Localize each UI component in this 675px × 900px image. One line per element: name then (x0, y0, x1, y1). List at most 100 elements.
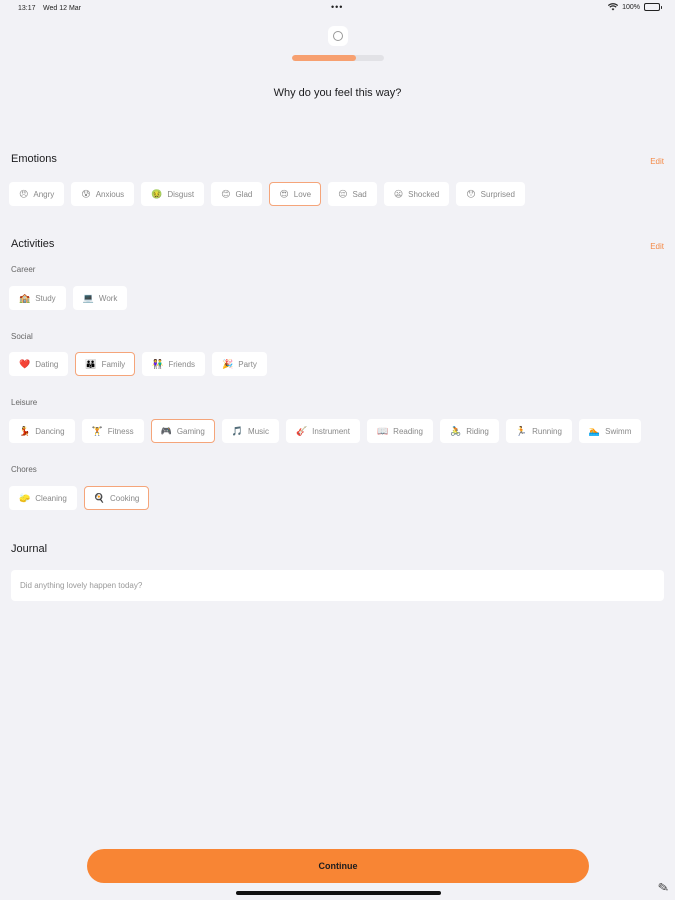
love-emoji-icon: 😍 (279, 188, 289, 199)
chip-label: Disgust (167, 189, 195, 199)
chip-label: Glad (235, 189, 253, 199)
status-time: 13:17 (18, 5, 36, 12)
anxious-emoji-icon: 😰 (81, 188, 91, 199)
work-emoji-icon: 💻 (82, 292, 94, 303)
chip-surprised[interactable]: 😯 Surprised (456, 182, 525, 206)
status-date: Wed 12 Mar (43, 5, 81, 12)
multitasking-dots-icon[interactable]: ••• (331, 2, 343, 12)
party-emoji-icon: 🎉 (222, 358, 234, 369)
surprised-emoji-icon: 😯 (466, 188, 476, 199)
chip-dating[interactable]: ❤️ Dating (9, 352, 69, 376)
chip-label: Sad (352, 189, 367, 199)
instrument-emoji-icon: 🎸 (295, 425, 308, 436)
group-title-career: Career (11, 265, 36, 274)
gaming-emoji-icon: 🎮 (160, 425, 172, 436)
glad-emoji-icon: 😊 (221, 188, 231, 199)
chip-label: Work (98, 293, 118, 303)
chip-study[interactable]: 🏫 Study (9, 286, 66, 310)
chip-instrument[interactable]: 🎸 Instrument (285, 419, 360, 443)
study-emoji-icon: 🏫 (19, 292, 31, 303)
angry-emoji-icon: 😠 (19, 188, 29, 199)
emotions-title: Emotions (11, 153, 57, 165)
chip-sad[interactable]: 😔 Sad (328, 182, 377, 206)
chip-label: Fitness (107, 426, 134, 436)
group-title-social: Social (11, 332, 33, 341)
chip-swimm[interactable]: 🏊 Swimm (578, 419, 642, 443)
journal-input[interactable] (11, 570, 664, 601)
chip-gaming[interactable]: 🎮 Gaming (150, 419, 215, 443)
battery-icon (644, 3, 662, 11)
cooking-emoji-icon: 🍳 (93, 492, 106, 503)
chip-label: Party (238, 359, 257, 369)
chip-dancing[interactable]: 💃 Dancing (9, 419, 75, 443)
chip-label: Surprised (480, 189, 515, 199)
fitness-emoji-icon: 🏋 (91, 425, 103, 436)
chip-reading[interactable]: 📖 Reading (366, 419, 433, 443)
career-chip-row: 🏫 Study 💻 Work (9, 286, 128, 310)
chip-love[interactable]: 😍 Love (269, 182, 322, 206)
chip-label: Study (35, 293, 56, 303)
group-title-leisure: Leisure (11, 398, 38, 407)
riding-emoji-icon: 🚴 (449, 425, 462, 436)
chip-music[interactable]: 🎵 Music (221, 419, 279, 443)
reading-emoji-icon: 📖 (376, 425, 389, 436)
mood-face-icon (328, 26, 348, 46)
chip-riding[interactable]: 🚴 Riding (439, 419, 499, 443)
progress-bar (292, 55, 384, 61)
chip-label: Reading (393, 426, 423, 436)
friends-emoji-icon: 👫 (152, 358, 164, 369)
emotions-edit-button[interactable]: Edit (650, 157, 664, 166)
chip-label: Instrument (312, 426, 350, 436)
chip-label: Running (532, 426, 562, 436)
family-emoji-icon: 👪 (85, 358, 97, 369)
emotions-chip-row: 😠 Angry 😰 Anxious 🤢 Disgust 😊 Glad 😍 Love 😔 Sad 😦 Sho… (9, 182, 525, 206)
disgust-emoji-icon: 🤢 (151, 188, 163, 199)
chip-cleaning[interactable]: 🧽 Cleaning (9, 486, 77, 510)
activities-edit-button[interactable]: Edit (650, 242, 664, 251)
chip-angry[interactable]: 😠 Angry (9, 182, 65, 206)
chip-label: Music (248, 426, 269, 436)
running-emoji-icon: 🏃 (515, 425, 528, 436)
activities-title: Activities (11, 238, 55, 250)
chip-label: Angry (33, 189, 55, 199)
progress-fill (292, 55, 357, 61)
group-title-chores: Chores (11, 465, 37, 474)
chip-cooking[interactable]: 🍳 Cooking (83, 486, 150, 510)
chip-label: Dating (35, 359, 59, 369)
chip-running[interactable]: 🏃 Running (505, 419, 572, 443)
chip-label: Cooking (110, 493, 140, 503)
chip-glad[interactable]: 😊 Glad (211, 182, 263, 206)
dating-emoji-icon: ❤️ (19, 358, 31, 369)
continue-button[interactable]: Continue (87, 849, 589, 883)
shocked-emoji-icon: 😦 (393, 188, 404, 199)
chip-label: Anxious (95, 189, 125, 199)
swimm-emoji-icon: 🏊 (588, 425, 601, 436)
pencil-icon[interactable]: ✎ (657, 879, 671, 897)
status-bar: 13:17 Wed 12 Mar ••• 100% (0, 0, 675, 18)
chip-label: Swimm (605, 426, 632, 436)
chip-label: Gaming (176, 426, 205, 436)
chip-work[interactable]: 💻 Work (72, 286, 128, 310)
chip-family[interactable]: 👪 Family (75, 352, 136, 376)
page-question: Why do you feel this way? (273, 87, 402, 99)
chip-label: Family (101, 359, 126, 369)
social-chip-row: ❤️ Dating 👪 Family 👫 Friends 🎉 Party (9, 352, 267, 376)
journal-title: Journal (11, 543, 48, 555)
chip-label: Shocked (408, 189, 440, 199)
chip-party[interactable]: 🎉 Party (212, 352, 267, 376)
chip-fitness[interactable]: 🏋 Fitness (81, 419, 144, 443)
leisure-chip-row: 💃 Dancing 🏋 Fitness 🎮 Gaming 🎵 Music 🎸 Instrument… (9, 419, 642, 443)
chip-friends[interactable]: 👫 Friends (142, 352, 206, 376)
chip-disgust[interactable]: 🤢 Disgust (141, 182, 205, 206)
chip-label: Dancing (35, 426, 65, 436)
cleaning-emoji-icon: 🧽 (19, 492, 31, 503)
chip-shocked[interactable]: 😦 Shocked (383, 182, 450, 206)
music-emoji-icon: 🎵 (231, 425, 244, 436)
chores-chip-row: 🧽 Cleaning 🍳 Cooking (9, 486, 150, 510)
chip-label: Cleaning (35, 493, 67, 503)
battery-percentage: 100% (622, 3, 640, 11)
dancing-emoji-icon: 💃 (19, 425, 31, 436)
home-indicator[interactable] (236, 891, 441, 895)
sad-emoji-icon: 😔 (338, 188, 348, 199)
chip-anxious[interactable]: 😰 Anxious (71, 182, 135, 206)
